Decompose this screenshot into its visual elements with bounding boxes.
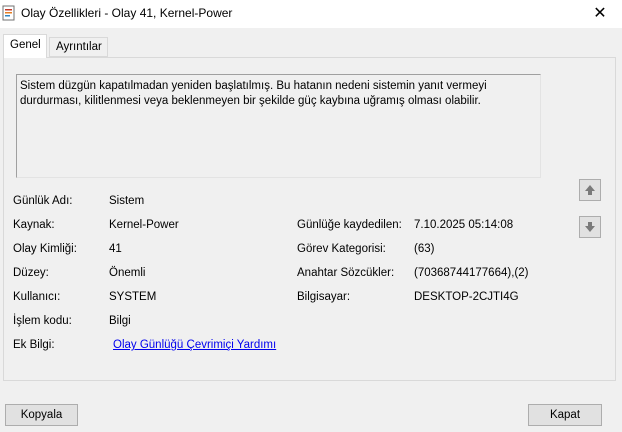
event-id-label: Olay Kimliği:	[13, 243, 77, 255]
log-name-value: Sistem	[109, 195, 145, 207]
more-info-label: Ek Bilgi:	[13, 339, 55, 351]
window-title: Olay Özellikleri - Olay 41, Kernel-Power	[21, 6, 233, 20]
event-description[interactable]: Sistem düzgün kapatılmadan yeniden başla…	[16, 74, 541, 178]
task-category-label: Görev Kategorisi:	[297, 243, 386, 255]
user-value: SYSTEM	[109, 291, 157, 303]
previous-event-button[interactable]	[579, 179, 601, 201]
close-window-button[interactable]: ✕	[586, 0, 614, 26]
next-event-button[interactable]	[579, 216, 601, 238]
opcode-label: İşlem kodu:	[13, 315, 72, 327]
computer-label: Bilgisayar:	[297, 291, 351, 303]
log-name-label: Günlük Adı:	[13, 195, 73, 207]
arrow-down-icon	[585, 222, 595, 232]
online-help-link[interactable]: Olay Günlüğü Çevrimiçi Yardımı	[113, 339, 276, 351]
tab-details[interactable]: Ayrıntılar	[49, 37, 108, 57]
keywords-value: (70368744177664),(2)	[414, 267, 529, 279]
task-category-value: (63)	[414, 243, 435, 255]
logged-value: 7.10.2025 05:14:08	[414, 219, 514, 231]
arrow-up-icon	[585, 185, 595, 195]
close-button[interactable]: Kapat	[528, 404, 602, 426]
source-value: Kernel-Power	[109, 219, 179, 231]
event-id-value: 41	[109, 243, 122, 255]
general-panel: Sistem düzgün kapatılmadan yeniden başla…	[3, 57, 616, 381]
level-label: Düzey:	[13, 267, 49, 279]
title-bar: Olay Özellikleri - Olay 41, Kernel-Power…	[0, 0, 622, 28]
user-label: Kullanıcı:	[13, 291, 61, 303]
keywords-label: Anahtar Sözcükler:	[297, 267, 395, 279]
computer-value: DESKTOP-2CJTI4G	[414, 291, 519, 303]
tab-bar: Genel Ayrıntılar	[0, 34, 622, 58]
opcode-value: Bilgi	[109, 315, 131, 327]
copy-button[interactable]: Kopyala	[5, 404, 78, 426]
source-label: Kaynak:	[13, 219, 55, 231]
event-viewer-icon	[2, 5, 15, 21]
level-value: Önemli	[109, 267, 146, 279]
tab-general[interactable]: Genel	[3, 34, 47, 58]
close-icon: ✕	[593, 5, 607, 22]
logged-label: Günlüğe kaydedilen:	[297, 219, 402, 231]
